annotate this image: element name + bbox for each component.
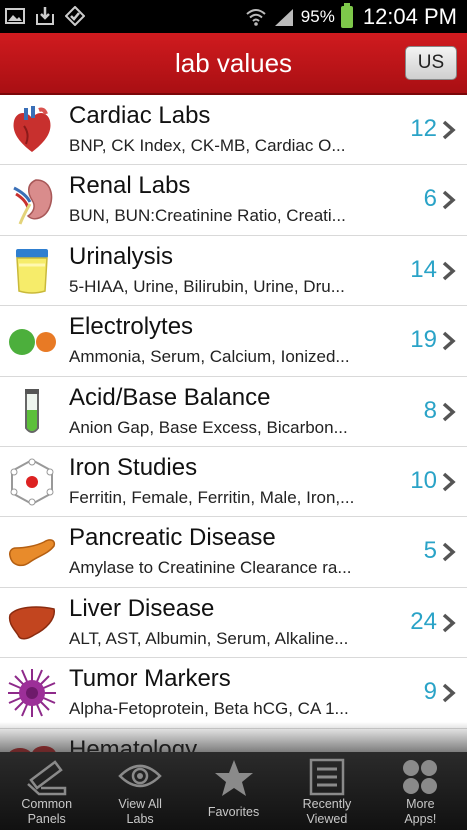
list-item-subtitle: BUN, BUN:Creatinine Ratio, Creati... <box>69 206 346 226</box>
list-item-count: 8 <box>423 396 437 424</box>
four-dots-icon <box>403 760 438 794</box>
list-item-title: Urinalysis <box>69 242 174 270</box>
list-item-count: 9 <box>423 678 437 706</box>
tab-more-apps[interactable]: More Apps! <box>374 752 467 830</box>
list-item-tumor-markers[interactable]: Tumor Markers Alpha-Fetoprotein, Beta hC… <box>0 658 467 729</box>
star-icon <box>214 760 253 796</box>
list-item-pancreatic-disease[interactable]: Pancreatic Disease Amylase to Creatinine… <box>0 517 467 588</box>
battery-icon <box>340 2 353 28</box>
chevron-right-icon <box>442 331 456 351</box>
list-item-count: 10 <box>410 466 437 494</box>
battery-percent: 95% <box>300 6 335 26</box>
unit-toggle-button[interactable]: US <box>405 46 457 80</box>
tab-label: Favorites <box>207 805 260 819</box>
signal-icon <box>274 8 293 26</box>
kidney-icon <box>13 179 53 225</box>
check-badge-icon <box>65 6 85 26</box>
heart-icon <box>13 106 51 152</box>
urine-cup-icon <box>16 248 48 294</box>
list-item-count: 6 <box>423 185 437 213</box>
chevron-right-icon <box>442 261 456 281</box>
list-item-title: Acid/Base Balance <box>69 383 271 411</box>
list-icon <box>309 758 345 796</box>
chevron-right-icon <box>442 191 456 210</box>
list-item-count: 12 <box>410 115 437 142</box>
pancreas-icon <box>9 539 56 567</box>
tab-common-panels[interactable]: Common Panels <box>0 752 93 830</box>
chevron-right-icon <box>442 472 456 492</box>
list-item-subtitle: ALT, AST, Albumin, Serum, Alkaline... <box>69 628 349 648</box>
list-item-count: 24 <box>410 607 437 635</box>
molecule-icon <box>10 458 54 506</box>
tab-label: Recently Viewed <box>302 797 352 826</box>
list-item-title: Renal Labs <box>69 172 191 200</box>
list-item-subtitle: Ammonia, Serum, Calcium, Ionized... <box>69 347 350 367</box>
blood-cells-icon <box>9 745 56 752</box>
list-item-title: Cardiac Labs <box>69 102 211 129</box>
download-icon <box>36 7 54 25</box>
list-item-subtitle: Ferritin, Female, Ferritin, Male, Iron,.… <box>69 487 355 507</box>
test-tube-rack-icon <box>26 760 66 796</box>
tab-bar: Common Panels View All Labs Favorites Re… <box>0 752 467 830</box>
list-item-subtitle: 5-HIAA, Urine, Bilirubin, Urine, Dru... <box>69 276 345 296</box>
tab-recently-viewed[interactable]: Recently Viewed <box>280 752 373 830</box>
list-item-title: Liver Disease <box>69 594 215 622</box>
list-item-subtitle: BNP, CK Index, CK-MB, Cardiac O... <box>69 136 346 155</box>
list-item-title: Pancreatic Disease <box>69 524 276 552</box>
clock: 12:04 PM <box>362 3 457 29</box>
tab-label: Common Panels <box>21 797 73 826</box>
list-item-title: Hematology <box>69 735 198 752</box>
list-item-iron-studies[interactable]: Iron Studies Ferritin, Female, Ferritin,… <box>0 446 467 518</box>
lab-category-list: Cardiac Labs BNP, CK Index, CK-MB, Cardi… <box>0 95 467 752</box>
liver-icon <box>8 606 55 640</box>
status-bar: 95% 12:04 PM <box>0 0 467 33</box>
chevron-right-icon <box>442 543 456 562</box>
app-header: lab values US <box>0 33 467 95</box>
wifi-icon <box>246 8 266 26</box>
gallery-icon <box>5 8 25 24</box>
tab-favorites[interactable]: Favorites <box>187 752 280 830</box>
list-item-count: 14 <box>410 255 437 283</box>
list-item-title: Electrolytes <box>69 313 194 341</box>
electrolytes-icon <box>9 329 56 356</box>
list-item-subtitle: Amylase to Creatinine Clearance ra... <box>69 558 352 578</box>
chevron-right-icon <box>442 120 456 140</box>
list-item-acid-base-balance[interactable]: Acid/Base Balance Anion Gap, Base Excess… <box>0 376 467 447</box>
list-item-hematology[interactable]: Hematology <box>0 728 467 752</box>
list-item-liver-disease[interactable]: Liver Disease ALT, AST, Albumin, Serum, … <box>0 587 467 659</box>
list-item-count: 19 <box>410 326 437 354</box>
list-item-title: Tumor Markers <box>69 665 231 693</box>
chevron-right-icon <box>442 613 456 633</box>
list-item-cardiac-labs[interactable]: Cardiac Labs BNP, CK Index, CK-MB, Cardi… <box>0 95 467 166</box>
page-title: lab values <box>174 48 293 78</box>
chevron-right-icon <box>442 402 456 421</box>
list-item-subtitle: Anion Gap, Base Excess, Bicarbon... <box>69 417 348 437</box>
list-item-subtitle: Alpha-Fetoprotein, Beta hCG, CA 1... <box>69 699 349 719</box>
list-item-electrolytes[interactable]: Electrolytes Ammonia, Serum, Calcium, Io… <box>0 306 467 377</box>
list-item-title: Iron Studies <box>69 453 198 481</box>
tab-view-all-labs[interactable]: View All Labs <box>93 752 186 830</box>
list-item-count: 5 <box>423 537 437 565</box>
chevron-right-icon <box>442 683 456 703</box>
test-tube-icon <box>25 388 39 433</box>
tab-label: More Apps! <box>404 797 437 826</box>
eye-icon <box>118 764 162 788</box>
list-item-renal-labs[interactable]: Renal Labs BUN, BUN:Creatinine Ratio, Cr… <box>0 165 467 236</box>
tab-label: View All Labs <box>118 797 162 826</box>
tumor-cell-icon <box>8 669 56 718</box>
list-item-urinalysis[interactable]: Urinalysis 5-HIAA, Urine, Bilirubin, Uri… <box>0 235 467 307</box>
